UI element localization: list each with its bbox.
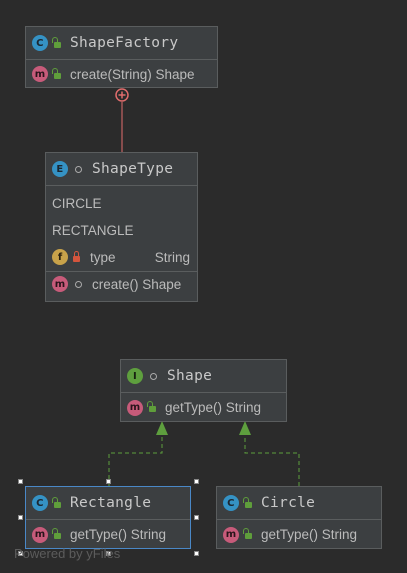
node-rectangle[interactable]: C Rectangle m getType() String [25,486,191,549]
field-icon: f [52,249,68,265]
public-visibility-icon [52,528,62,539]
enum-constant-label: RECTANGLE [52,223,134,238]
node-circle-title: Circle [261,495,316,511]
node-circle-header: C Circle [217,487,381,520]
public-visibility-icon [52,67,62,79]
field-type: String [154,249,190,265]
node-rectangle-title: Rectangle [70,495,152,511]
enum-constant-row[interactable]: CIRCLE [46,186,197,214]
yfiles-watermark: Powered by yFiles [14,546,121,561]
method-row[interactable]: m create() Shape [46,271,197,296]
method-label: getType() String [261,527,358,542]
node-circle[interactable]: C Circle m getType() String [216,486,382,549]
enum-icon: E [52,161,68,177]
method-label: create() Shape [92,276,182,292]
implements-arrowhead-left [156,421,168,435]
method-label: create(String) Shape [70,66,195,82]
nested-circle-plus-icon [115,88,129,102]
field-row[interactable]: f type String [46,243,197,271]
diagram-canvas[interactable]: C ShapeFactory m create(String) Shape E … [0,0,407,573]
node-rectangle-header: C Rectangle [26,487,190,520]
field-name: type [90,249,116,265]
class-icon: C [223,495,239,511]
edge-circle-implements-shape [244,434,300,486]
node-shapetype-title: ShapeType [92,161,174,177]
class-icon: C [32,495,48,511]
package-visibility-icon [75,280,82,288]
package-visibility-icon [150,372,157,380]
method-row[interactable]: m getType() String [121,393,286,422]
method-icon: m [223,526,239,543]
resize-handle-middle-left[interactable] [18,515,23,520]
resize-handle-top-left[interactable] [18,479,23,484]
method-row[interactable]: m getType() String [217,520,381,549]
enum-constant-row[interactable]: RECTANGLE [46,214,197,243]
node-shape-title: Shape [167,368,213,384]
node-shapetype-header: E ShapeType [46,153,197,186]
resize-handle-top-right[interactable] [194,479,199,484]
node-shapefactory-title: ShapeFactory [70,35,179,51]
method-icon: m [32,526,48,543]
node-shapefactory-header: C ShapeFactory [26,27,217,60]
node-shapetype[interactable]: E ShapeType CIRCLE RECTANGLE f type Stri… [45,152,198,302]
method-label: getType() String [70,527,167,542]
node-shapefactory[interactable]: C ShapeFactory m create(String) Shape [25,26,218,88]
enum-constant-label: CIRCLE [52,195,102,211]
private-visibility-icon [72,250,82,262]
method-icon: m [32,66,48,82]
method-label: getType() String [165,400,262,415]
interface-icon: I [127,368,143,384]
public-visibility-icon [52,496,62,508]
public-visibility-icon [147,401,157,412]
public-visibility-icon [52,36,62,48]
node-shape[interactable]: I Shape m getType() String [120,359,287,422]
implements-arrowhead-right [239,421,251,435]
resize-handle-top-center[interactable] [106,479,111,484]
edge-rectangle-implements-shape [108,434,163,486]
method-icon: m [52,276,68,292]
method-row[interactable]: m create(String) Shape [26,60,217,88]
node-shape-header: I Shape [121,360,286,393]
package-visibility-icon [75,165,82,173]
method-row[interactable]: m getType() String [26,520,190,549]
resize-handle-bottom-right[interactable] [194,551,199,556]
resize-handle-middle-right[interactable] [194,515,199,520]
class-icon: C [32,35,48,51]
public-visibility-icon [243,528,253,539]
public-visibility-icon [243,496,253,508]
method-icon: m [127,399,143,416]
